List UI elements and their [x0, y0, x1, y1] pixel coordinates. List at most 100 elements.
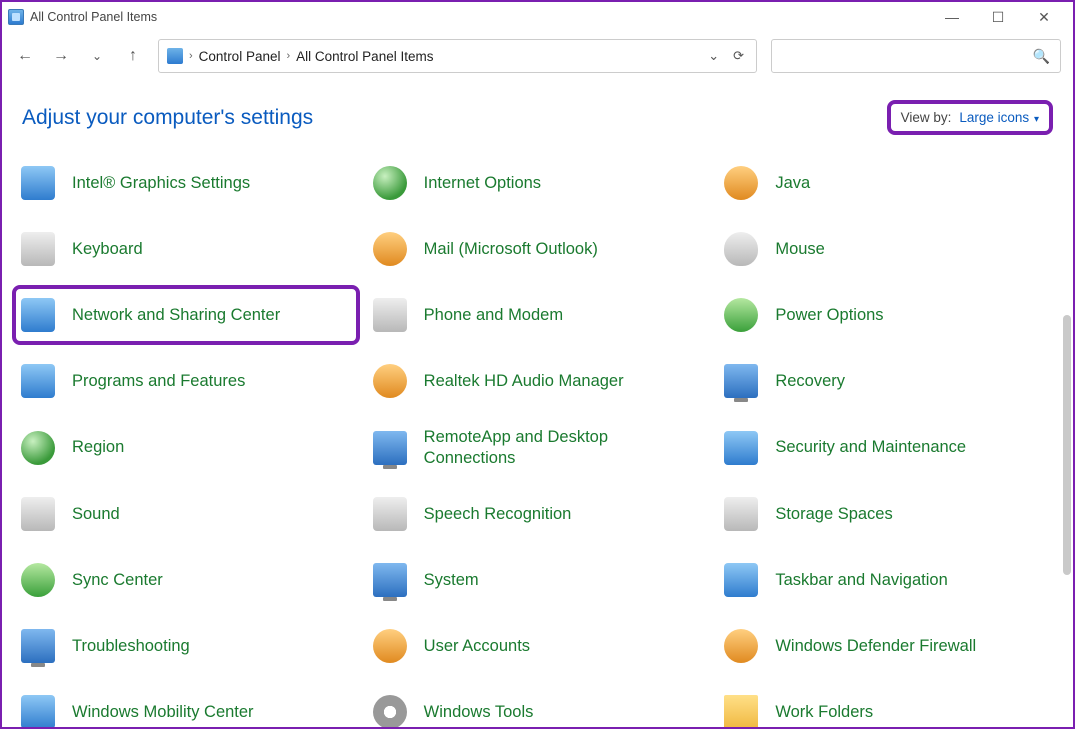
chevron-right-icon: ›: [189, 50, 193, 62]
subheader: Adjust your computer's settings View by:…: [2, 80, 1073, 145]
item-label: Programs and Features: [72, 371, 245, 392]
item-recovery[interactable]: Recovery: [715, 351, 1063, 411]
breadcrumb-icon: [167, 48, 183, 64]
programs-and-features-icon: [18, 361, 58, 401]
internet-options-icon: [370, 163, 410, 203]
item-storage-spaces[interactable]: Storage Spaces: [715, 484, 1063, 544]
windows-mobility-center-icon: [18, 692, 58, 727]
speech-recognition-icon: [370, 494, 410, 534]
item-system[interactable]: System: [364, 550, 712, 610]
item-label: Taskbar and Navigation: [775, 570, 947, 591]
caret-down-icon: ▾: [1031, 114, 1039, 125]
item-label: System: [424, 570, 479, 591]
item-label: RemoteApp and Desktop Connections: [424, 427, 674, 468]
window: All Control Panel Items — ☐ ✕ ← → ⌄ ↑ › …: [0, 0, 1075, 729]
network-and-sharing-center-icon: [18, 295, 58, 335]
mail-microsoft-outlook-icon: [370, 229, 410, 269]
item-windows-defender-firewall[interactable]: Windows Defender Firewall: [715, 616, 1063, 676]
item-sound[interactable]: Sound: [12, 484, 360, 544]
close-button[interactable]: ✕: [1021, 2, 1067, 32]
item-internet-options[interactable]: Internet Options: [364, 153, 712, 213]
user-accounts-icon: [370, 626, 410, 666]
minimize-button[interactable]: —: [929, 2, 975, 32]
breadcrumb-seg-2[interactable]: All Control Panel Items: [296, 49, 433, 64]
windows-tools-icon: [370, 692, 410, 727]
item-label: Sync Center: [72, 570, 163, 591]
item-security-and-maintenance[interactable]: Security and Maintenance: [715, 417, 1063, 478]
item-label: Storage Spaces: [775, 504, 892, 525]
phone-and-modem-icon: [370, 295, 410, 335]
back-button[interactable]: ←: [14, 45, 36, 67]
item-speech-recognition[interactable]: Speech Recognition: [364, 484, 712, 544]
item-remoteapp-and-desktop-connections[interactable]: RemoteApp and Desktop Connections: [364, 417, 712, 478]
item-power-options[interactable]: Power Options: [715, 285, 1063, 345]
item-phone-and-modem[interactable]: Phone and Modem: [364, 285, 712, 345]
windows-defender-firewall-icon: [721, 626, 761, 666]
item-troubleshooting[interactable]: Troubleshooting: [12, 616, 360, 676]
item-label: Network and Sharing Center: [72, 305, 280, 326]
item-sync-center[interactable]: Sync Center: [12, 550, 360, 610]
item-java[interactable]: Java: [715, 153, 1063, 213]
item-windows-tools[interactable]: Windows Tools: [364, 682, 712, 727]
item-label: Power Options: [775, 305, 883, 326]
keyboard-icon: [18, 229, 58, 269]
breadcrumb-seg-1[interactable]: Control Panel: [199, 49, 281, 64]
item-label: Phone and Modem: [424, 305, 563, 326]
item-network-and-sharing-center[interactable]: Network and Sharing Center: [12, 285, 360, 345]
security-and-maintenance-icon: [721, 428, 761, 468]
item-region[interactable]: Region: [12, 417, 360, 478]
search-input[interactable]: 🔍: [771, 39, 1061, 73]
chevron-right-icon: ›: [286, 50, 290, 62]
page-title: Adjust your computer's settings: [22, 106, 313, 130]
scrollbar[interactable]: [1063, 315, 1071, 575]
item-mail-microsoft-outlook[interactable]: Mail (Microsoft Outlook): [364, 219, 712, 279]
item-label: Keyboard: [72, 239, 143, 260]
item-label: Mail (Microsoft Outlook): [424, 239, 598, 260]
sync-center-icon: [18, 560, 58, 600]
intel-graphics-settings-icon: [18, 163, 58, 203]
item-label: Windows Tools: [424, 702, 534, 723]
item-label: Windows Defender Firewall: [775, 636, 976, 657]
up-button[interactable]: ↑: [122, 45, 144, 67]
item-intel-graphics-settings[interactable]: Intel® Graphics Settings: [12, 153, 360, 213]
item-label: Troubleshooting: [72, 636, 190, 657]
item-work-folders[interactable]: Work Folders: [715, 682, 1063, 727]
item-taskbar-and-navigation[interactable]: Taskbar and Navigation: [715, 550, 1063, 610]
item-label: Speech Recognition: [424, 504, 572, 525]
breadcrumb[interactable]: › Control Panel › All Control Panel Item…: [158, 39, 757, 73]
item-label: User Accounts: [424, 636, 530, 657]
view-by-label: View by:: [901, 110, 952, 125]
recent-dropdown[interactable]: ⌄: [86, 45, 108, 67]
forward-button[interactable]: →: [50, 45, 72, 67]
view-by-control[interactable]: View by: Large icons ▾: [887, 100, 1053, 135]
mouse-icon: [721, 229, 761, 269]
content-area: Intel® Graphics Settings Internet Options…: [2, 145, 1073, 727]
maximize-button[interactable]: ☐: [975, 2, 1021, 32]
storage-spaces-icon: [721, 494, 761, 534]
item-windows-mobility-center[interactable]: Windows Mobility Center: [12, 682, 360, 727]
control-panel-icon: [8, 9, 24, 25]
refresh-button[interactable]: ⟳: [729, 48, 748, 64]
region-icon: [18, 428, 58, 468]
titlebar: All Control Panel Items — ☐ ✕: [2, 2, 1073, 32]
item-label: Windows Mobility Center: [72, 702, 254, 723]
work-folders-icon: [721, 692, 761, 727]
item-label: Work Folders: [775, 702, 873, 723]
search-icon: 🔍: [1033, 48, 1050, 65]
item-user-accounts[interactable]: User Accounts: [364, 616, 712, 676]
item-label: Mouse: [775, 239, 825, 260]
remoteapp-and-desktop-connections-icon: [370, 428, 410, 468]
view-by-value[interactable]: Large icons ▾: [959, 110, 1039, 125]
item-label: Java: [775, 173, 810, 194]
item-label: Recovery: [775, 371, 845, 392]
nav-toolbar: ← → ⌄ ↑ › Control Panel › All Control Pa…: [2, 32, 1073, 80]
item-label: Internet Options: [424, 173, 541, 194]
item-label: Intel® Graphics Settings: [72, 173, 250, 194]
address-dropdown[interactable]: ⌄: [704, 48, 723, 64]
window-title: All Control Panel Items: [30, 10, 157, 24]
item-realtek-hd-audio-manager[interactable]: Realtek HD Audio Manager: [364, 351, 712, 411]
item-mouse[interactable]: Mouse: [715, 219, 1063, 279]
power-options-icon: [721, 295, 761, 335]
item-keyboard[interactable]: Keyboard: [12, 219, 360, 279]
item-programs-and-features[interactable]: Programs and Features: [12, 351, 360, 411]
